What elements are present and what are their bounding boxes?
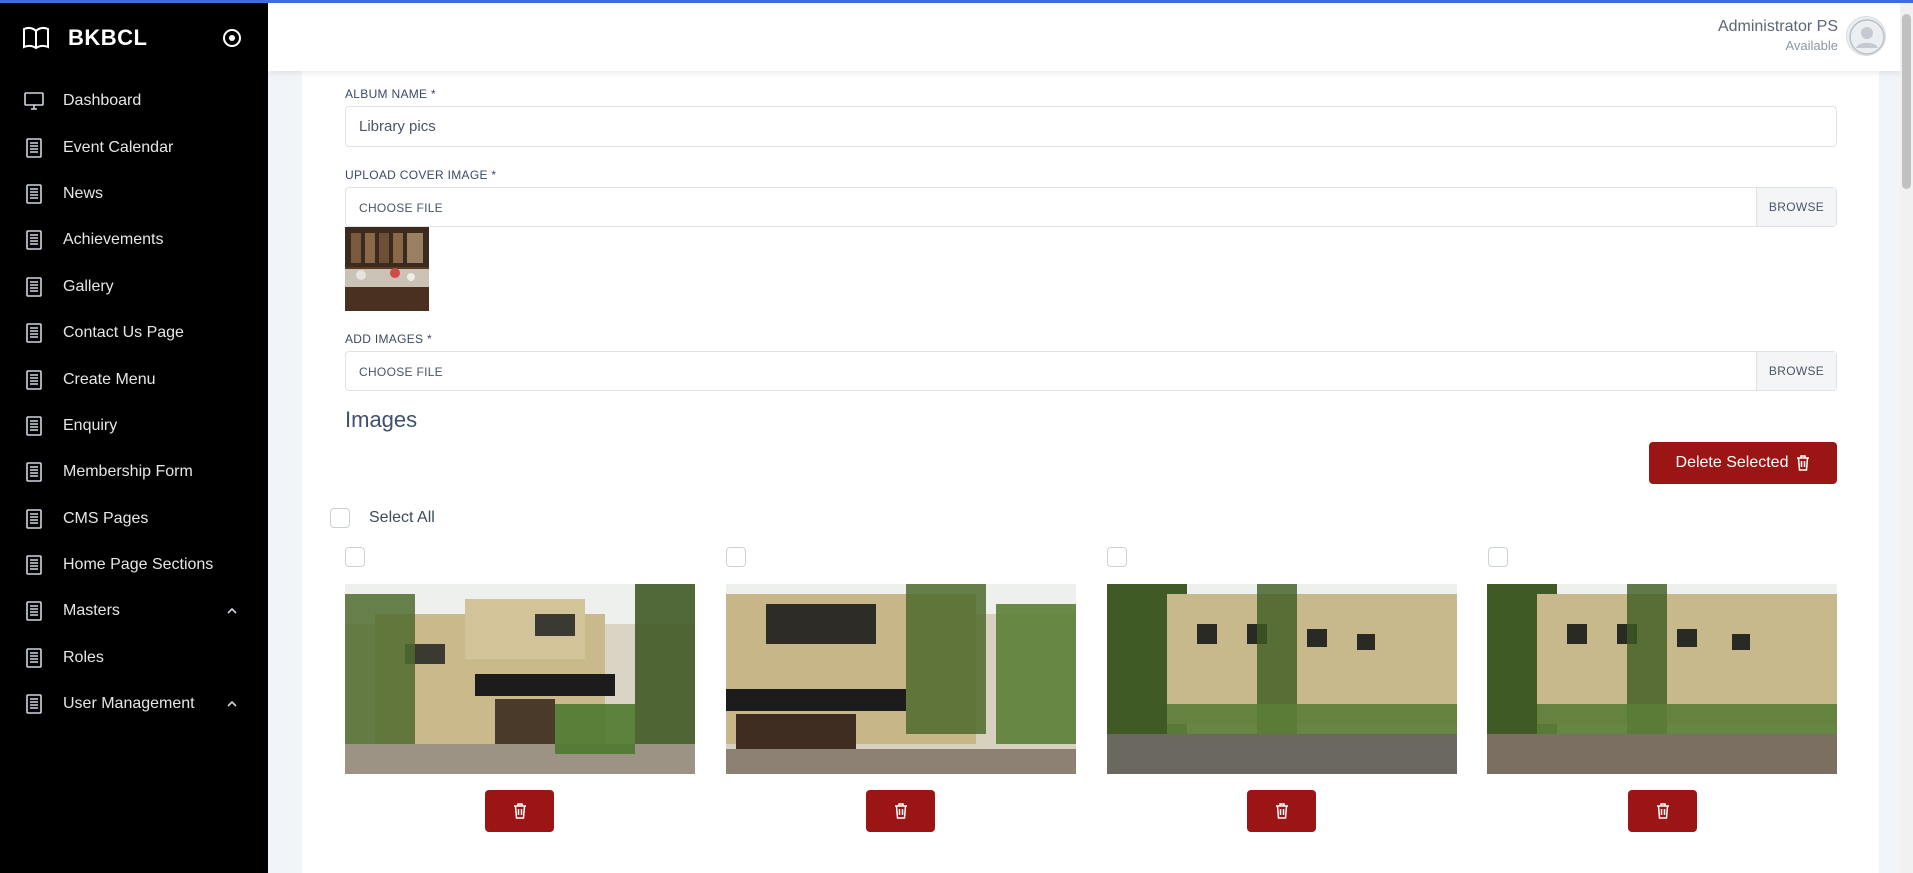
sidebar-item-label: Contact Us Page (63, 324, 184, 342)
trash-icon (1797, 455, 1810, 471)
document-icon (26, 416, 42, 436)
avatar[interactable] (1846, 16, 1886, 56)
image-checkbox[interactable] (345, 547, 365, 567)
sidebar-item-event-calendar[interactable]: Event Calendar (0, 124, 268, 170)
document-icon (26, 462, 42, 483)
document-icon (26, 137, 42, 158)
document-icon (26, 555, 42, 575)
sidebar-item-label: CMS Pages (63, 509, 149, 527)
sidebar-item-label: Enquiry (63, 416, 118, 434)
trash-icon (513, 803, 526, 819)
trash-icon (894, 803, 907, 819)
document-icon (26, 184, 42, 204)
sidebar-item-cms-pages[interactable]: CMS Pages (0, 496, 268, 542)
sidebar-item-gallery[interactable]: Gallery (0, 264, 268, 310)
sidebar-item-label: Roles (63, 648, 104, 666)
delete-selected-button[interactable]: Delete Selected (1649, 442, 1837, 484)
browse-button[interactable]: BROWSE (1756, 188, 1836, 226)
sidebar-item-membership-form[interactable]: Membership Form (0, 449, 268, 495)
sidebar-item-home-page-sections[interactable]: Home Page Sections (0, 542, 268, 588)
album-edit-form: ALBUM NAME * UPLOAD COVER IMAGE * CHOOSE… (302, 71, 1879, 873)
gallery-image[interactable] (1487, 584, 1837, 774)
document-icon (26, 369, 42, 390)
cover-image-label: UPLOAD COVER IMAGE * (345, 168, 497, 182)
images-section-title: Images (345, 407, 418, 432)
choose-file-text: CHOOSE FILE (359, 201, 443, 215)
delete-selected-label: Delete Selected (1675, 454, 1789, 471)
user-status: Available (1785, 38, 1838, 53)
choose-file-text: CHOOSE FILE (359, 365, 443, 379)
sidebar: BKBCL Dashboard Event Calendar News Achi (0, 0, 268, 873)
delete-image-button[interactable] (1628, 790, 1697, 832)
sidebar-item-contact-us-page[interactable]: Contact Us Page (0, 310, 268, 356)
add-images-file-input[interactable]: CHOOSE FILE BROWSE (345, 351, 1837, 391)
document-icon (26, 230, 42, 251)
brand: BKBCL (22, 22, 252, 54)
page-scrollbar[interactable] (1900, 0, 1913, 873)
cover-image-file-input[interactable]: CHOOSE FILE BROWSE (345, 187, 1837, 227)
select-all-checkbox[interactable] (330, 508, 350, 528)
album-name-input[interactable] (345, 106, 1837, 147)
sidebar-item-label: Create Menu (63, 370, 156, 388)
brand-name: BKBCL (68, 25, 148, 50)
scrollbar-thumb[interactable] (1902, 14, 1911, 189)
sidebar-item-roles[interactable]: Roles (0, 635, 268, 681)
sidebar-item-label: Event Calendar (63, 138, 174, 156)
monitor-icon (24, 92, 44, 110)
user-avatar-icon (1849, 19, 1885, 55)
cover-image-thumbnail (345, 227, 429, 311)
sidebar-item-label: Home Page Sections (63, 556, 214, 574)
sidebar-item-masters[interactable]: Masters (0, 588, 268, 634)
sidebar-item-label: Gallery (63, 277, 114, 295)
document-icon (26, 276, 42, 297)
sidebar-item-achievements[interactable]: Achievements (0, 217, 268, 263)
delete-image-button[interactable] (485, 790, 554, 832)
delete-image-button[interactable] (1247, 790, 1316, 832)
image-checkbox[interactable] (1488, 547, 1508, 567)
gallery-image[interactable] (726, 584, 1076, 774)
album-name-label: ALBUM NAME * (345, 87, 436, 101)
delete-image-button[interactable] (866, 790, 935, 832)
gallery-image[interactable] (1107, 584, 1457, 774)
trash-icon (1275, 803, 1288, 819)
sidebar-nav: Dashboard Event Calendar News Achievemen… (0, 78, 268, 727)
gallery-image[interactable] (345, 584, 695, 774)
browse-button[interactable]: BROWSE (1756, 352, 1836, 390)
trash-icon (1656, 803, 1669, 819)
document-icon (26, 508, 42, 529)
document-icon (26, 323, 42, 343)
chevron-up-icon[interactable] (226, 698, 238, 710)
document-icon (26, 648, 42, 668)
sidebar-item-label: Masters (63, 602, 120, 620)
document-icon (26, 694, 42, 715)
sidebar-item-enquiry[interactable]: Enquiry (0, 403, 268, 449)
sidebar-item-label: Achievements (63, 231, 164, 249)
sidebar-item-user-management[interactable]: User Management (0, 681, 268, 727)
top-header: Administrator PS Available (268, 3, 1913, 71)
sidebar-item-create-menu[interactable]: Create Menu (0, 356, 268, 402)
top-accent-line (0, 0, 1913, 3)
add-images-label: ADD IMAGES * (345, 332, 432, 346)
sidebar-item-label: Dashboard (63, 92, 142, 110)
document-icon (26, 601, 42, 622)
target-toggle-icon[interactable] (222, 28, 242, 48)
sidebar-item-label: Membership Form (63, 463, 193, 481)
image-checkbox[interactable] (1107, 547, 1127, 567)
sidebar-item-dashboard[interactable]: Dashboard (0, 78, 268, 124)
user-name: Administrator PS (1717, 18, 1838, 35)
chevron-up-icon[interactable] (226, 605, 238, 617)
sidebar-item-news[interactable]: News (0, 171, 268, 217)
user-info[interactable]: Administrator PS Available (1718, 18, 1838, 53)
sidebar-item-label: News (63, 184, 104, 202)
app-root: BKBCL Dashboard Event Calendar News Achi (0, 0, 1913, 873)
sidebar-item-label: User Management (63, 695, 195, 713)
select-all-label[interactable]: Select All (369, 509, 435, 527)
book-icon (23, 26, 49, 50)
image-checkbox[interactable] (726, 547, 746, 567)
